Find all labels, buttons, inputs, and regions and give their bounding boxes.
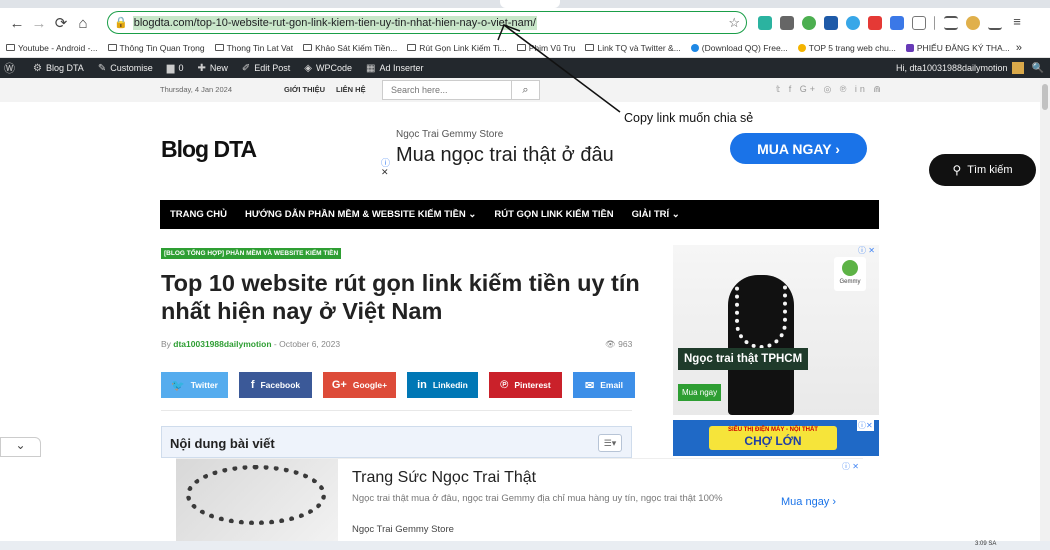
taskbar: 3:09 SA [0,541,1050,550]
taskbar-clock: 3:09 SA [975,541,997,547]
annotation-arrow [497,24,621,113]
annotation-text: Copy link muốn chia sẻ [624,111,754,125]
